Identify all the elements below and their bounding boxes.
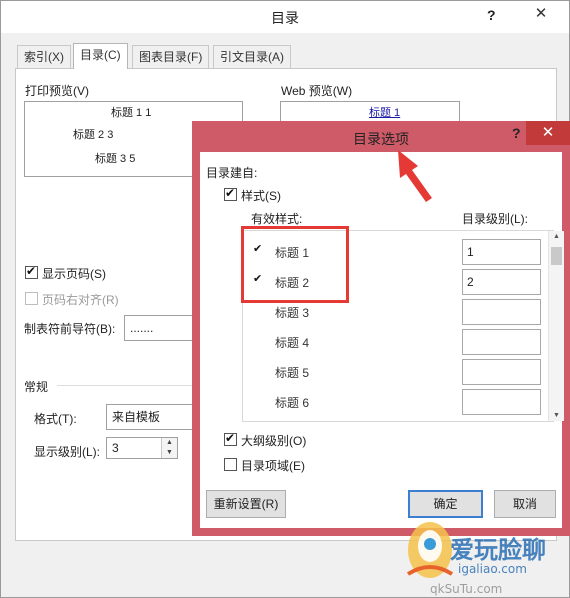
table-scrollbar[interactable]: ▲ ▼ — [548, 231, 564, 421]
spin-up-icon[interactable]: ▲ — [162, 438, 177, 448]
level-input[interactable]: 2 — [462, 269, 541, 295]
levels-label: 显示级别(L): — [34, 445, 101, 459]
web-preview-box: 标题 1 — [280, 101, 460, 123]
scroll-down-icon[interactable]: ▼ — [549, 412, 564, 419]
style-name: 标题 5 — [275, 366, 310, 380]
show-page-numbers-checkbox[interactable] — [25, 264, 38, 279]
level-input[interactable]: 1 — [462, 239, 541, 265]
close-icon[interactable]: ✕ — [517, 3, 565, 27]
annotation-arrow-icon — [398, 150, 432, 202]
tab-index[interactable]: 索引(X) — [17, 45, 71, 68]
spin-down-icon[interactable]: ▼ — [162, 448, 177, 458]
toc-dialog-title: 目录 — [271, 10, 299, 26]
scroll-up-icon[interactable]: ▲ — [549, 233, 564, 240]
level-input[interactable] — [462, 299, 541, 325]
cancel-button[interactable]: 取消 — [494, 490, 556, 518]
table-row: 标题 6 — [243, 387, 543, 417]
toc-dialog-titlebar: 目录 ? ✕ — [1, 1, 569, 33]
toc-options-body: 目录建自: 样式(S) 有效样式: 目录级别(L): ✔ 标题 1 1 ✔ 标题… — [200, 152, 564, 528]
build-from-label: 目录建自: — [206, 166, 258, 180]
tab-leader-label: 制表符前导符(B): — [24, 322, 116, 336]
levels-spin-buttons[interactable]: ▲ ▼ — [161, 438, 177, 458]
web-preview-link[interactable]: 标题 1 — [369, 104, 400, 120]
general-separator — [57, 385, 195, 386]
styles-checkbox-label: 样式(S) — [241, 189, 281, 203]
scroll-thumb[interactable] — [551, 247, 562, 265]
available-styles-header: 有效样式: — [251, 212, 303, 226]
level-input[interactable] — [462, 389, 541, 415]
table-row: 标题 5 — [243, 357, 543, 387]
web-preview-label: Web 预览(W) — [281, 84, 353, 98]
style-name: 标题 6 — [275, 396, 310, 410]
levels-value: 3 — [112, 441, 119, 455]
annotation-highlight-box — [241, 226, 349, 303]
right-align-checkbox[interactable] — [25, 292, 38, 305]
general-heading: 常规 — [24, 380, 49, 394]
print-preview-label: 打印预览(V) — [25, 84, 89, 98]
print-preview-line: 标题 2 3 — [73, 129, 114, 141]
print-preview-line: 标题 1 1 — [111, 107, 152, 119]
level-input[interactable] — [462, 329, 541, 355]
levels-spinner[interactable]: 3 ▲ ▼ — [106, 437, 178, 459]
close-icon[interactable]: ✕ — [526, 121, 570, 145]
outline-levels-checkbox[interactable] — [224, 431, 237, 446]
ok-button[interactable]: 确定 — [408, 490, 483, 518]
tab-toc[interactable]: 目录(C) — [73, 43, 128, 69]
help-icon[interactable]: ? — [512, 125, 521, 141]
style-name: 标题 3 — [275, 306, 310, 320]
level-input[interactable] — [462, 359, 541, 385]
tab-figures[interactable]: 图表目录(F) — [132, 45, 210, 68]
print-preview-line: 标题 3 5 — [95, 153, 136, 165]
toc-fields-label: 目录项域(E) — [241, 459, 305, 473]
format-label: 格式(T): — [34, 412, 77, 426]
format-select[interactable]: 来自模板 — [106, 404, 196, 430]
right-align-label: 页码右对齐(R) — [42, 293, 119, 307]
toc-level-header: 目录级别(L): — [462, 212, 529, 226]
tab-leader-select[interactable]: ....... — [124, 315, 196, 341]
help-icon[interactable]: ? — [487, 7, 496, 23]
styles-checkbox[interactable] — [224, 186, 237, 201]
table-row: 标题 4 — [243, 327, 543, 357]
outline-levels-label: 大纲级别(O) — [241, 434, 307, 448]
toc-options-dialog: 目录选项 ? ✕ 目录建自: 样式(S) 有效样式: 目录级别(L): ✔ 标题… — [192, 121, 570, 536]
style-name: 标题 4 — [275, 336, 310, 350]
toc-fields-checkbox[interactable] — [224, 458, 237, 471]
tab-authorities[interactable]: 引文目录(A) — [213, 45, 291, 68]
show-page-numbers-label: 显示页码(S) — [42, 267, 106, 281]
reset-button[interactable]: 重新设置(R) — [206, 490, 286, 518]
